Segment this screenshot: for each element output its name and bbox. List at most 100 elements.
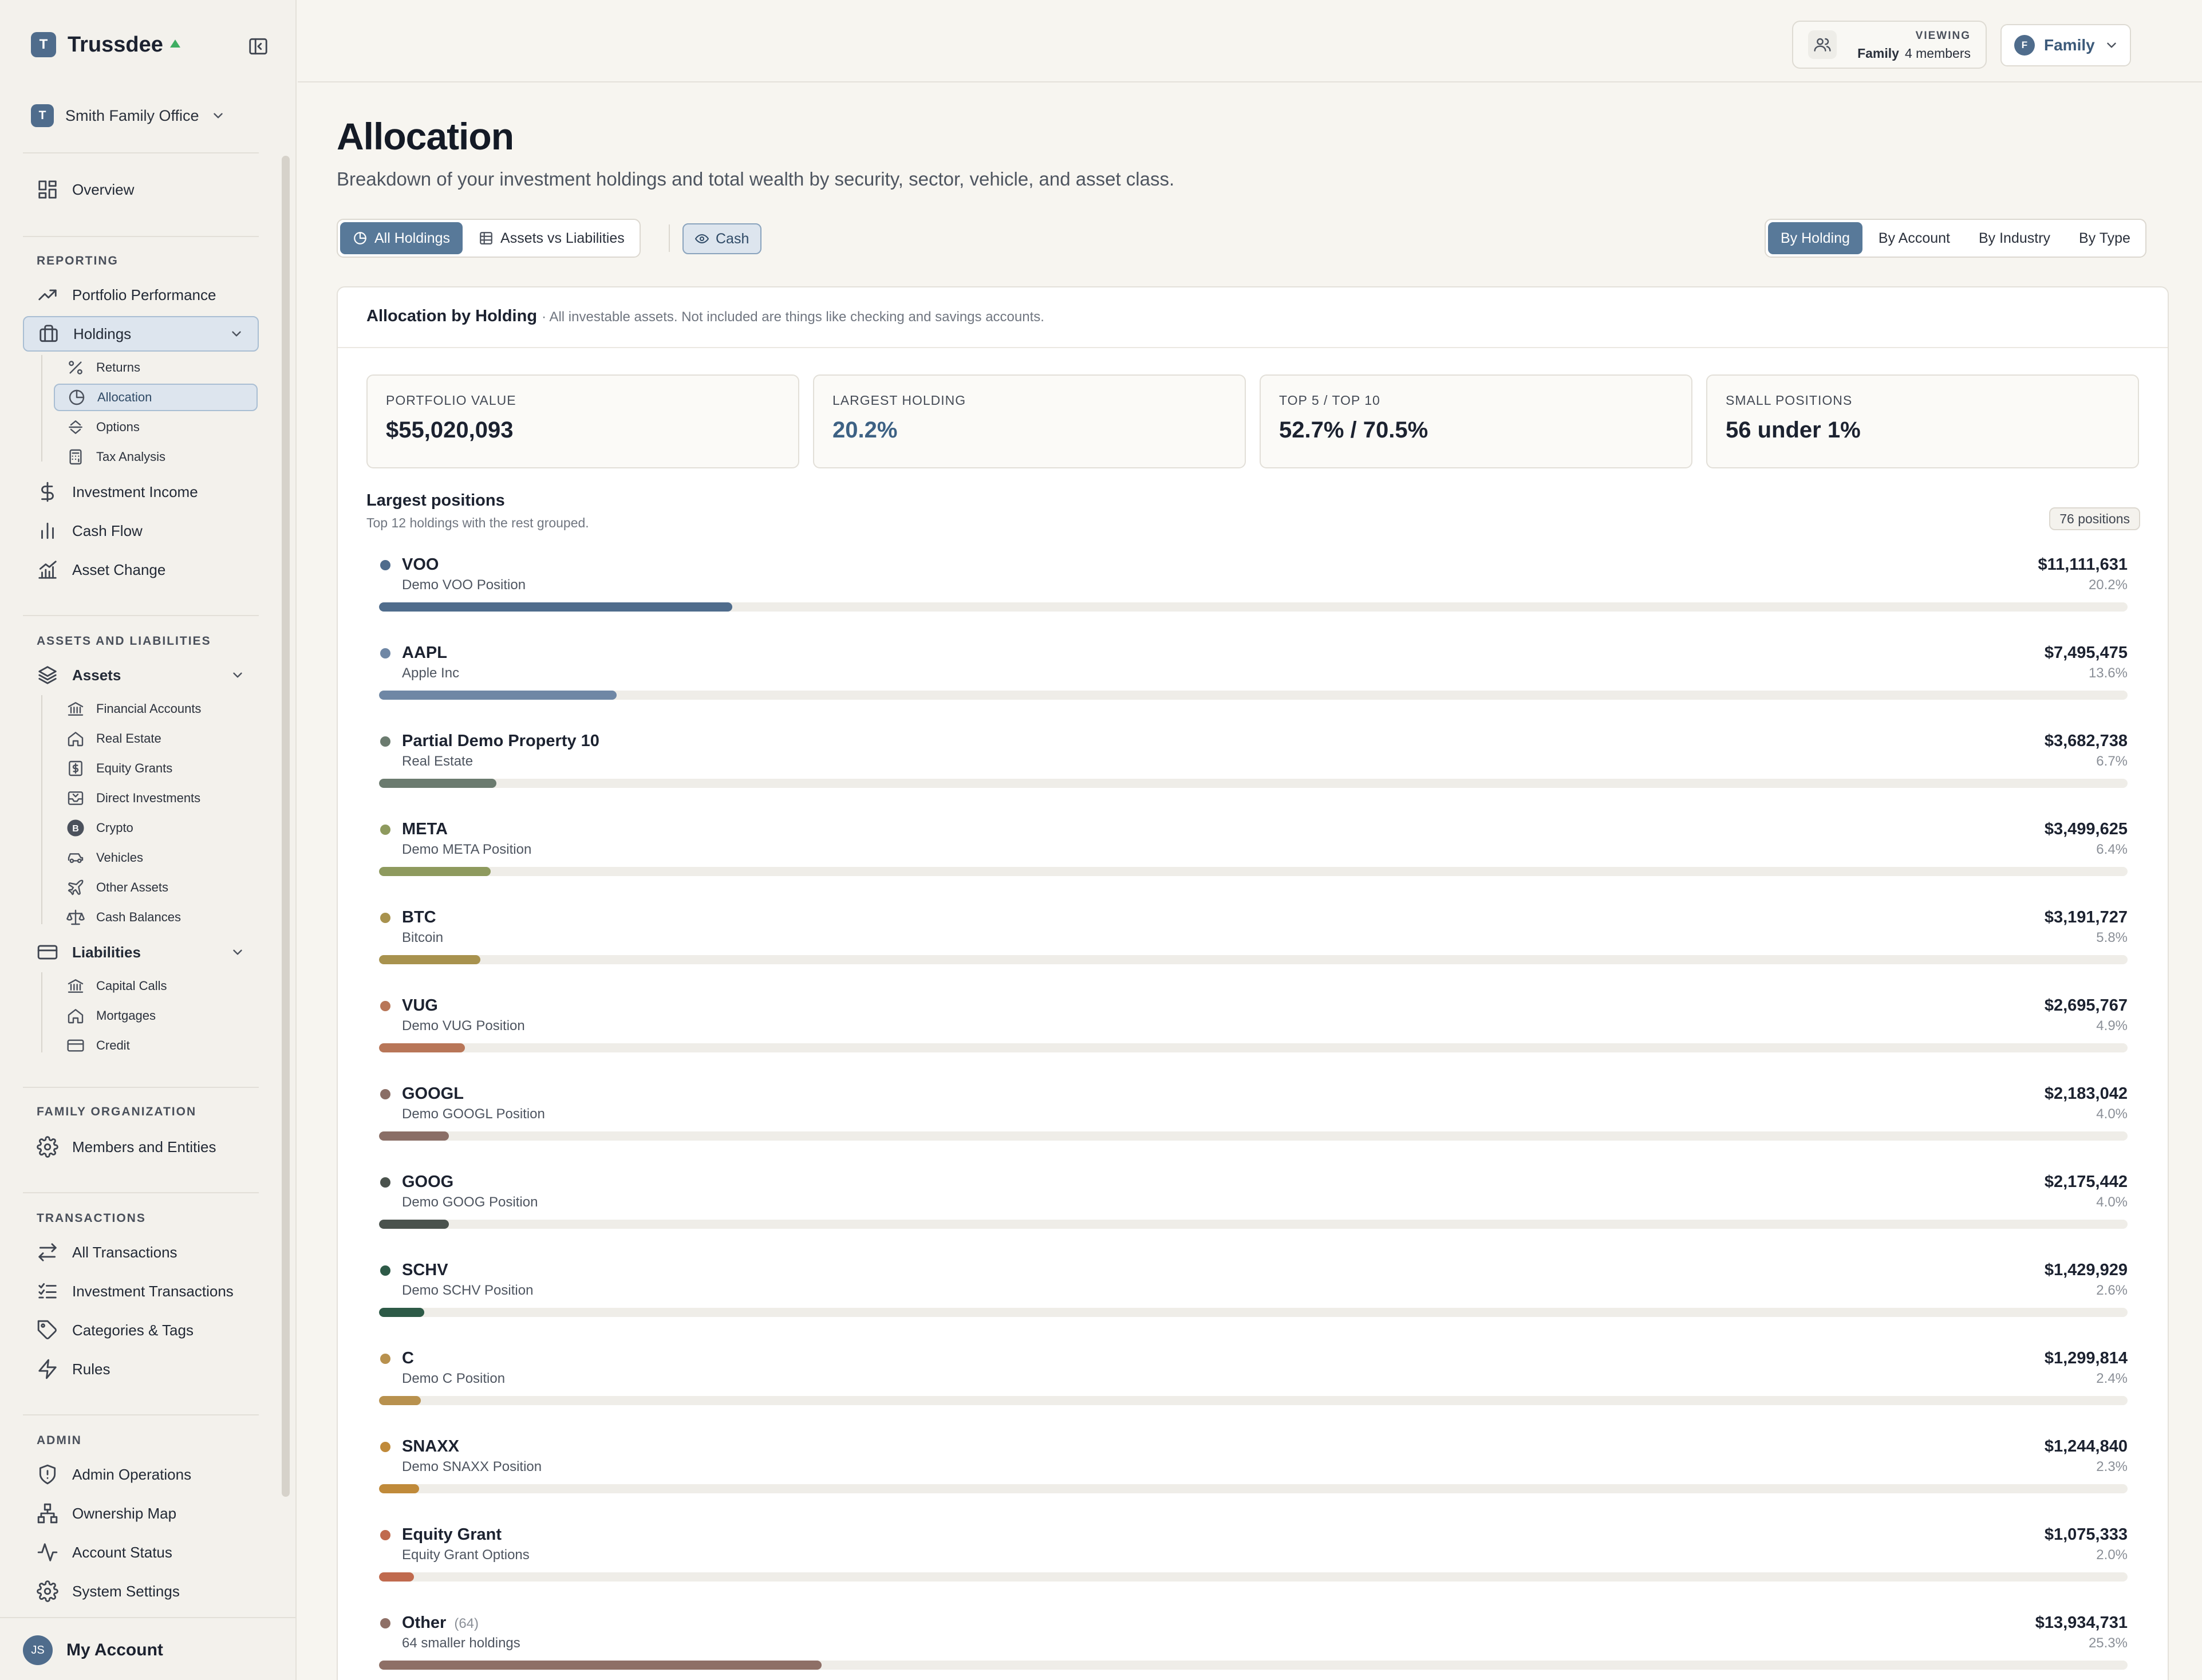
view-tabs: All Holdings Assets vs Liabilities bbox=[337, 219, 641, 258]
nav-categories-tags[interactable]: Categories & Tags bbox=[23, 1312, 259, 1348]
position-row[interactable]: Other (64) 64 smaller holdings $13,934,731 2… bbox=[379, 1612, 2128, 1677]
nav-equity-grants[interactable]: Equity Grants bbox=[54, 755, 258, 782]
pie-chart-icon bbox=[69, 389, 85, 405]
section-transactions: TRANSACTIONS bbox=[37, 1212, 146, 1225]
position-percent: 2.3% bbox=[2096, 1459, 2128, 1474]
position-row[interactable]: VUG Demo VUG Position $2,695,767 4.9% bbox=[379, 995, 2128, 1059]
tab-by-type[interactable]: By Type bbox=[2066, 222, 2143, 254]
nav-other-assets[interactable]: Other Assets bbox=[54, 874, 258, 901]
my-account[interactable]: JS My Account bbox=[23, 1635, 163, 1665]
position-row[interactable]: Equity Grant Equity Grant Options $1,075,3… bbox=[379, 1524, 2128, 1588]
allocation-bar-fill bbox=[379, 955, 480, 964]
tab-assets-vs-liabilities[interactable]: Assets vs Liabilities bbox=[466, 222, 637, 254]
position-row[interactable]: C Demo C Position $1,299,814 2.4% bbox=[379, 1348, 2128, 1412]
position-row[interactable]: SCHV Demo SCHV Position $1,429,929 2.6% bbox=[379, 1260, 2128, 1324]
nav-options[interactable]: Options bbox=[54, 413, 258, 441]
nav-asset-change[interactable]: Asset Change bbox=[23, 552, 259, 587]
series-dot bbox=[380, 1618, 390, 1628]
nav-label: Account Status bbox=[72, 1543, 172, 1561]
nav-cash-balances[interactable]: Cash Balances bbox=[54, 904, 258, 931]
nav-assets[interactable]: Assets bbox=[23, 657, 259, 693]
card-title: Allocation by Holding bbox=[366, 307, 538, 325]
nav-all-transactions[interactable]: All Transactions bbox=[23, 1235, 259, 1270]
scale-icon bbox=[66, 909, 85, 925]
home-icon bbox=[68, 1009, 84, 1024]
nav-returns[interactable]: Returns bbox=[54, 354, 258, 381]
position-row[interactable]: GOOG Demo GOOG Position $2,175,442 4.0% bbox=[379, 1172, 2128, 1236]
nav-label: Cash Balances bbox=[96, 910, 181, 924]
tab-label: Assets vs Liabilities bbox=[500, 230, 625, 246]
nav-overview[interactable]: Overview bbox=[23, 172, 259, 207]
allocation-bar-fill bbox=[379, 1308, 424, 1317]
nav-financial-accounts[interactable]: Financial Accounts bbox=[54, 695, 258, 723]
tab-label: All Holdings bbox=[374, 230, 451, 246]
nav-investment-income[interactable]: Investment Income bbox=[23, 474, 259, 510]
position-row[interactable]: VOO Demo VOO Position $11,111,631 20.2% bbox=[379, 554, 2128, 618]
position-name: Partial Demo Property 10 bbox=[402, 732, 599, 751]
brand-name: Trussdee bbox=[68, 32, 163, 57]
gear-icon bbox=[37, 1580, 58, 1602]
nav-mortgages[interactable]: Mortgages bbox=[54, 1002, 258, 1030]
tab-all-holdings[interactable]: All Holdings bbox=[340, 222, 463, 254]
nav-capital-calls[interactable]: Capital Calls bbox=[54, 972, 258, 1000]
position-ticker: GOOG bbox=[402, 1173, 454, 1191]
position-percent: 2.4% bbox=[2096, 1371, 2128, 1386]
tab-by-account[interactable]: By Account bbox=[1866, 222, 1963, 254]
allocation-bar-track bbox=[379, 955, 2128, 964]
nav-credit[interactable]: Credit bbox=[54, 1032, 258, 1059]
nav-portfolio-performance[interactable]: Portfolio Performance bbox=[23, 277, 259, 313]
collapse-sidebar-icon[interactable] bbox=[247, 36, 269, 57]
cash-toggle[interactable]: Cash bbox=[682, 223, 762, 254]
position-row[interactable]: META Demo META Position $3,499,625 6.4% bbox=[379, 819, 2128, 883]
position-ticker: C bbox=[402, 1349, 414, 1367]
nav-members-entities[interactable]: Members and Entities bbox=[23, 1129, 259, 1165]
family-select[interactable]: F Family bbox=[2000, 24, 2131, 66]
position-percent: 25.3% bbox=[2088, 1635, 2128, 1651]
nav-investment-transactions[interactable]: Investment Transactions bbox=[23, 1273, 259, 1309]
position-value: $13,934,731 bbox=[2035, 1614, 2128, 1632]
position-row[interactable]: AAPL Apple Inc $7,495,475 13.6% bbox=[379, 642, 2128, 707]
position-row[interactable]: SNAXX Demo SNAXX Position $1,244,840 2.3% bbox=[379, 1436, 2128, 1500]
nav-holdings[interactable]: Holdings bbox=[23, 316, 259, 352]
position-row[interactable]: Partial Demo Property 10 Real Estate $3,68… bbox=[379, 731, 2128, 795]
tab-by-industry[interactable]: By Industry bbox=[1966, 222, 2063, 254]
nav-account-status[interactable]: Account Status bbox=[23, 1535, 259, 1570]
position-row[interactable]: GOOGL Demo GOOGL Position $2,183,042 4.0% bbox=[379, 1083, 2128, 1147]
position-ticker: META bbox=[402, 820, 448, 838]
nav-crypto[interactable]: B Crypto bbox=[54, 814, 258, 842]
position-row[interactable]: BTC Bitcoin $3,191,727 5.8% bbox=[379, 907, 2128, 971]
stat-small-positions: SMALL POSITIONS 56 under 1% bbox=[1706, 374, 2139, 468]
position-description: Demo VUG Position bbox=[402, 1018, 525, 1034]
sidebar-scrollbar[interactable] bbox=[282, 156, 290, 1497]
allocation-bar-fill bbox=[379, 1484, 419, 1493]
nav-ownership-map[interactable]: Ownership Map bbox=[23, 1496, 259, 1531]
nav-label: Options bbox=[96, 420, 140, 434]
allocation-bar-track bbox=[379, 1572, 2128, 1582]
list-check-icon bbox=[38, 1283, 57, 1299]
position-name: META bbox=[402, 820, 448, 839]
position-description: Apple Inc bbox=[402, 665, 460, 681]
nav-admin-operations[interactable]: Admin Operations bbox=[23, 1457, 259, 1492]
tab-by-holding[interactable]: By Holding bbox=[1768, 222, 1862, 254]
nav-tax-analysis[interactable]: Tax Analysis bbox=[54, 443, 258, 471]
nav-liabilities[interactable]: Liabilities bbox=[23, 934, 259, 970]
brand[interactable]: T Trussdee bbox=[31, 32, 180, 57]
nav-label: Overview bbox=[72, 180, 135, 198]
card-note: · All investable assets. Not included ar… bbox=[542, 309, 1044, 325]
nav-system-settings[interactable]: System Settings bbox=[23, 1573, 259, 1609]
viewing-indicator[interactable]: VIEWING Family 4 members bbox=[1792, 21, 1987, 69]
nav-label: Members and Entities bbox=[72, 1138, 216, 1156]
nav-allocation[interactable]: Allocation bbox=[54, 384, 258, 411]
org-switcher[interactable]: T Smith Family Office bbox=[31, 104, 226, 127]
nav-rules[interactable]: Rules bbox=[23, 1351, 259, 1387]
stat-top5-top10: TOP 5 / TOP 10 52.7% / 70.5% bbox=[1260, 374, 1692, 468]
dashboard-icon bbox=[38, 180, 57, 199]
nav-real-estate[interactable]: Real Estate bbox=[54, 725, 258, 752]
position-name: C bbox=[402, 1349, 414, 1368]
nav-cash-flow[interactable]: Cash Flow bbox=[23, 513, 259, 549]
divider bbox=[23, 1414, 259, 1415]
nav-direct-investments[interactable]: Direct Investments bbox=[54, 784, 258, 812]
allocation-bar-fill bbox=[379, 1661, 822, 1670]
nav-vehicles[interactable]: Vehicles bbox=[54, 844, 258, 871]
allocation-bar-track bbox=[379, 1661, 2128, 1670]
